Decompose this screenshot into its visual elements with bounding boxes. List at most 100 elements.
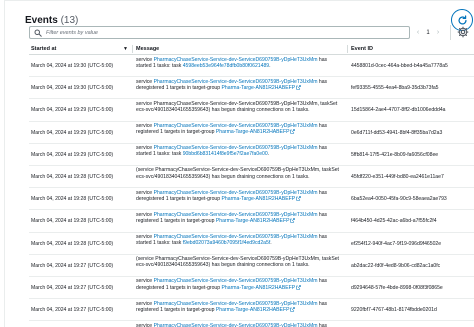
- message-text: .: [269, 62, 271, 69]
- next-page-button[interactable]: ›: [433, 29, 443, 36]
- resource-link[interactable]: Pharma-Targe-AN81R2HABEFP: [222, 285, 296, 291]
- search-icon: [34, 29, 42, 37]
- event-date: March 04, 2024 at 19:30 (UTC-5:00): [31, 63, 114, 69]
- service-link[interactable]: PharmacyChaseService-Service-dev-Service…: [154, 301, 318, 307]
- event-message: (service PharmacyChaseService-Service-de…: [136, 256, 341, 268]
- events-count: (13): [60, 15, 79, 26]
- table-header: Started at ▼ Message Event ID: [29, 44, 474, 55]
- resource-link[interactable]: Pharma-Targe-AN81R2HABEFP: [216, 307, 290, 313]
- event-date: March 04, 2024 at 19:29 (UTC-5:00): [31, 107, 114, 114]
- event-date: March 04, 2024 at 19:28 (UTC-5:00): [31, 173, 114, 180]
- gear-icon[interactable]: [457, 26, 469, 38]
- table-row: March 04, 2024 at 19:29 (UTC-5:00) servic…: [29, 122, 474, 144]
- resource-link[interactable]: Pharma-Targe-AN81R2HABEFP: [216, 129, 290, 135]
- events-panel: Events (13) ‹ 1 › Started at ▼: [4, 0, 474, 327]
- table-row: March 04, 2024 at 19:30 (UTC-5:00) servic…: [29, 77, 474, 100]
- event-date: March 04, 2024 at 19:30 (UTC-5:00): [31, 85, 114, 92]
- table-row: March 04, 2024 at 19:30 (UTC-5:00) servic…: [29, 55, 474, 78]
- message-text: service: [136, 234, 154, 240]
- event-message: service PharmacyChaseService-Service-dev…: [136, 145, 341, 157]
- message-text: (service PharmacyChaseService-Service-de…: [136, 256, 339, 269]
- external-link-icon: [296, 85, 301, 90]
- event-id: 15d15864-2ae4-4707-8ff2-db1006eddd4a: [351, 107, 446, 114]
- event-message: service PharmacyChaseService-Service-dev…: [136, 190, 341, 202]
- table-row: March 04, 2024 at 19:27 (UTC-5:00) servic…: [29, 277, 474, 300]
- message-text: (service PharmacyChaseService-Service-de…: [136, 167, 339, 180]
- message-text: service: [136, 189, 154, 196]
- event-message: service PharmacyChaseService-Service-dev…: [136, 301, 341, 313]
- event-message: service PharmacyChaseService-Service-dev…: [136, 323, 341, 327]
- column-started-at[interactable]: Started at: [31, 46, 56, 52]
- message-text: service: [136, 322, 154, 327]
- events-title-text: Events: [25, 15, 58, 26]
- message-text: service: [136, 211, 154, 218]
- table-row: March 04, 2024 at 19:26 (UTC-5:00)servic…: [29, 321, 474, 327]
- event-id: f464b450-4d25-42ac-a6bd-a7f55fc2f4: [351, 218, 437, 225]
- event-date: March 04, 2024 at 19:29 (UTC-5:00): [31, 151, 114, 158]
- table-row: March 04, 2024 at 19:27 (UTC-5:00) servic…: [29, 299, 474, 322]
- service-link[interactable]: PharmacyChaseService-Service-dev-Service…: [154, 212, 318, 218]
- refresh-icon: [458, 14, 467, 25]
- event-id: 0e6d711f-dd53-4941-8bf4-8ff35ba7d2a3: [351, 129, 443, 136]
- event-date: March 04, 2024 at 19:28 (UTC-5:00): [31, 218, 114, 225]
- external-link-icon: [296, 196, 301, 201]
- column-divider: [347, 45, 348, 53]
- event-date: March 04, 2024 at 19:28 (UTC-5:00): [31, 196, 114, 203]
- resource-link[interactable]: Pharma-Targe-AN81R2HABEFP: [216, 218, 290, 224]
- event-id: fef93355-4555-4ea4-8ba9-35d3b73fa5: [351, 85, 439, 92]
- service-link[interactable]: PharmacyChaseService-Service-dev-Service…: [154, 123, 318, 129]
- external-link-icon: [290, 307, 296, 312]
- message-text: service: [136, 123, 154, 130]
- event-id: 4458801d-0cec-464a-bbed-b4a45a7778a5: [351, 63, 448, 69]
- event-date: March 04, 2024 at 19:27 (UTC-5:00): [31, 262, 114, 269]
- resource-link[interactable]: 90bbd6b831414f8e9f5e7f2ae7fa0e00: [183, 151, 268, 157]
- resource-link[interactable]: 4598eeb53e964fe78dfb0b80f0621489: [183, 63, 269, 69]
- event-message: service PharmacyChaseService-Service-dev…: [136, 101, 341, 113]
- message-text: .: [267, 151, 270, 158]
- service-link[interactable]: PharmacyChaseService-Service-dev-Service…: [154, 145, 318, 151]
- resource-link[interactable]: Pharma-Targe-AN81R2HABEFP: [222, 196, 296, 202]
- event-date: March 04, 2024 at 19:29 (UTC-5:00): [31, 129, 114, 136]
- message-text: service: [136, 56, 154, 63]
- service-link[interactable]: PharmacyChaseService-Service-dev-Service…: [154, 234, 318, 240]
- event-date: March 04, 2024 at 19:27 (UTC-5:00): [31, 307, 114, 314]
- event-id: 6ba52ea4-0050-45fa-90c9-58eaea2ae793: [351, 196, 447, 203]
- table-row: March 04, 2024 at 19:27 (UTC-5:00) (servi…: [29, 255, 474, 277]
- event-date: March 04, 2024 at 19:27 (UTC-5:00): [31, 284, 114, 291]
- service-link[interactable]: PharmacyChaseService-Service-dev-Service…: [154, 190, 318, 196]
- resource-link[interactable]: f9ebd02073a9460b7095f1f4ed9cd2a5f: [183, 240, 271, 246]
- service-link[interactable]: PharmacyChaseService-Service-dev-Service…: [154, 79, 318, 85]
- event-id: 45fdf220-e351-449f-bd80-ea2461e11ae7: [351, 173, 444, 180]
- sort-caret-icon[interactable]: ▼: [123, 46, 128, 52]
- filter-events-field[interactable]: [29, 26, 410, 39]
- event-id: ab2dac22-fd0f-4ed8-9b06-cd82ac1a0fc: [351, 262, 441, 269]
- pagination: ‹ 1 ›: [413, 26, 443, 39]
- column-message[interactable]: Message: [136, 46, 159, 52]
- event-date: March 04, 2024 at 19:28 (UTC-5:00): [31, 240, 114, 247]
- prev-page-button[interactable]: ‹: [413, 29, 423, 36]
- service-link[interactable]: PharmacyChaseService-Service-dev-Service…: [154, 57, 318, 63]
- message-text: service: [136, 145, 154, 152]
- message-text: service: [136, 300, 154, 307]
- current-page[interactable]: 1: [423, 30, 433, 36]
- message-text: service PharmacyChaseService-Service-dev…: [136, 100, 338, 114]
- service-link[interactable]: PharmacyChaseService-Service-dev-Service…: [154, 323, 318, 327]
- event-id: 9220fbf7-4767-48b1-8174fbdde0201d: [351, 307, 437, 314]
- column-event-id[interactable]: Event ID: [351, 46, 373, 52]
- table-row: March 04, 2024 at 19:29 (UTC-5:00) servic…: [29, 99, 474, 122]
- resource-link[interactable]: Pharma-Targe-AN81R2HABEFP: [222, 85, 296, 91]
- event-message: service PharmacyChaseService-Service-dev…: [136, 234, 341, 246]
- external-link-icon: [290, 129, 296, 134]
- service-link[interactable]: PharmacyChaseService-Service-dev-Service…: [154, 278, 318, 284]
- event-id: 5ffb814-17f5-421e-8b09-fa6056cf08ee: [351, 151, 439, 158]
- table-row: March 04, 2024 at 19:29 (UTC-5:00) servic…: [29, 144, 474, 166]
- toolbar-divider: [450, 25, 451, 40]
- table-body: March 04, 2024 at 19:30 (UTC-5:00) servic…: [29, 55, 474, 327]
- event-id: ef254f12-940f-4ac7-9f19-096d9f46502e: [351, 240, 442, 247]
- column-divider: [132, 45, 133, 53]
- external-link-icon: [290, 218, 296, 223]
- message-text: service: [136, 278, 154, 285]
- message-text: service: [136, 78, 154, 85]
- filter-events-input[interactable]: [46, 27, 406, 38]
- event-message: service PharmacyChaseService-Service-dev…: [136, 57, 341, 69]
